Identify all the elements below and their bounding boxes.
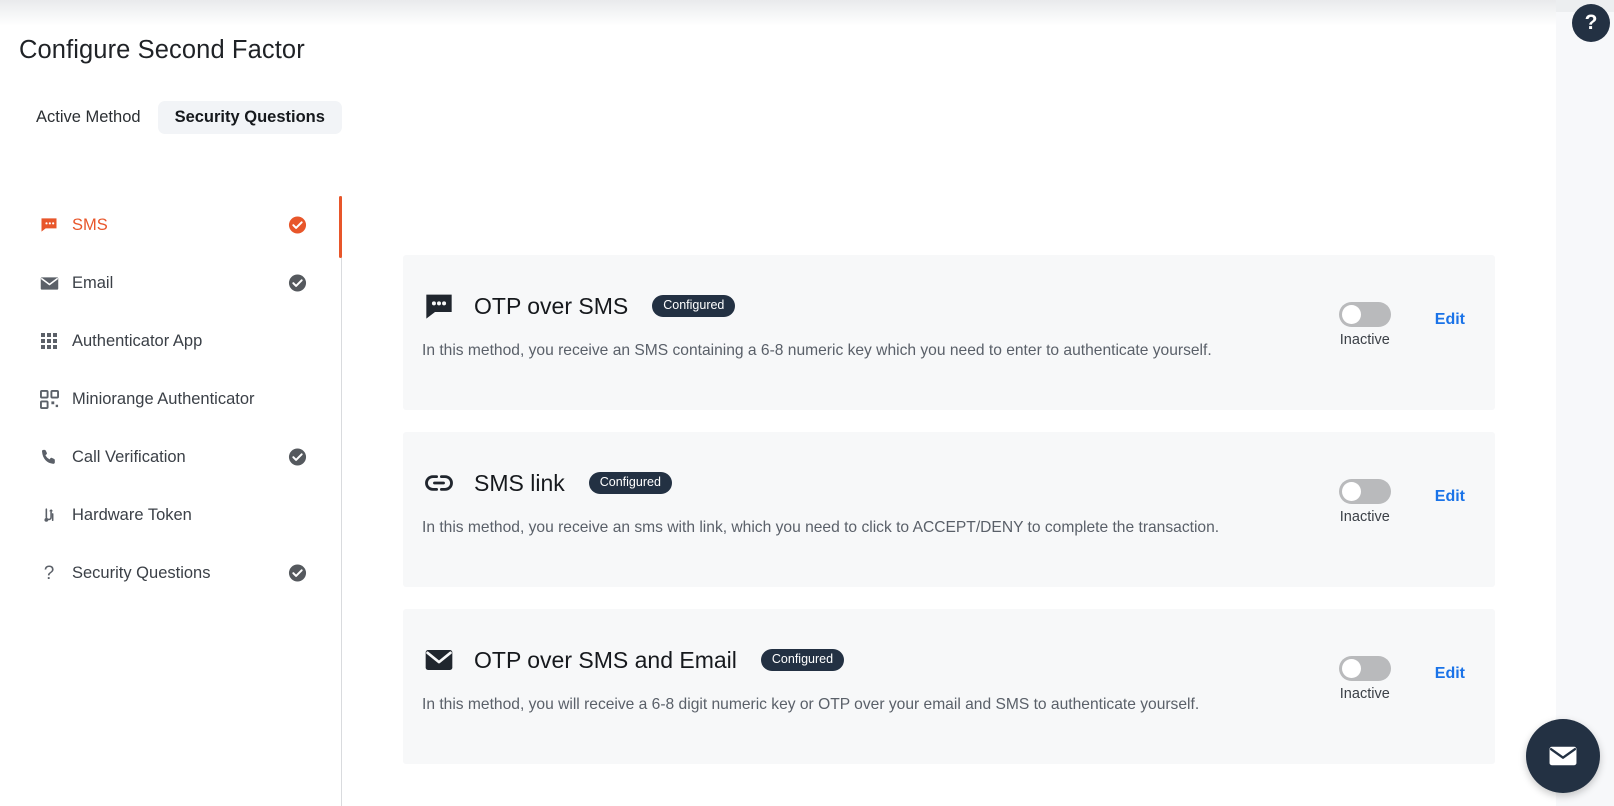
sidebar-active-marker [339, 196, 342, 258]
method-card: OTP over SMS and Email Configured In this … [403, 609, 1495, 764]
enable-method-toggle[interactable] [1338, 656, 1391, 681]
sidebar-item-label: Email [72, 273, 114, 292]
status-badge: Configured [588, 472, 672, 494]
tab-active-method[interactable]: Active Method [19, 101, 158, 134]
contact-support-button[interactable] [1526, 719, 1600, 793]
method-card: OTP over SMS Configured In this method, yo… [403, 255, 1495, 410]
toggle-knob [1341, 305, 1361, 324]
card-title: SMS link [474, 469, 565, 496]
card-title: OTP over SMS [474, 292, 629, 319]
app-root: Configure Second Factor Active Method Sec… [0, 0, 1614, 806]
sidebar-item-sms[interactable]: SMS [0, 196, 341, 254]
phone-icon [38, 446, 60, 468]
chat-bubble-icon [422, 289, 456, 323]
toggle-group: Inactive [1338, 479, 1391, 525]
email-icon [38, 272, 60, 294]
enable-method-toggle[interactable] [1338, 479, 1391, 504]
method-card: SMS link Configured In this method, you re… [403, 432, 1495, 587]
toggle-group: Inactive [1338, 656, 1391, 702]
status-badge: Configured [652, 295, 736, 317]
tab-security-questions[interactable]: Security Questions [157, 101, 342, 134]
card-header: OTP over SMS and Email Configured [422, 643, 1465, 677]
method-sidebar: SMS Email Authenticator App Miniorange Auth… [0, 196, 341, 602]
page-title: Configure Second Factor [19, 36, 305, 64]
envelope-icon [1546, 739, 1580, 773]
sidebar-item-authenticator-app[interactable]: Authenticator App [0, 312, 341, 370]
help-button[interactable]: ? [1572, 4, 1610, 42]
card-actions: Inactive Edit [1338, 479, 1465, 525]
sidebar-item-label: Security Questions [72, 563, 211, 582]
card-title: OTP over SMS and Email [474, 646, 737, 673]
sidebar-item-miniorange-authenticator[interactable]: Miniorange Authenticator [0, 370, 341, 428]
sidebar-divider [341, 196, 342, 806]
right-gutter-strip [1556, 0, 1614, 806]
sms-icon [38, 214, 60, 236]
status-badge: Configured [760, 649, 845, 671]
sidebar-item-label: Call Verification [72, 447, 186, 466]
configured-check-icon [288, 274, 307, 293]
toggle-group: Inactive [1338, 302, 1391, 348]
link-icon [422, 466, 456, 500]
sidebar-item-label: Miniorange Authenticator [72, 389, 255, 408]
configured-check-icon [288, 448, 307, 467]
card-header: SMS link Configured [422, 466, 1465, 500]
toggle-state-label: Inactive [1339, 332, 1390, 348]
sidebar-item-security-questions[interactable]: ? Security Questions [0, 544, 341, 602]
toggle-state-label: Inactive [1339, 509, 1390, 525]
toggle-state-label: Inactive [1339, 686, 1390, 702]
hardware-token-icon [38, 504, 60, 526]
configured-check-icon [288, 564, 307, 583]
tab-bar: Active Method Security Questions [19, 101, 342, 134]
edit-link[interactable]: Edit [1435, 311, 1465, 329]
configured-check-icon [288, 216, 307, 235]
method-card-list: OTP over SMS Configured In this method, yo… [403, 255, 1495, 786]
card-description: In this method, you will receive a 6-8 d… [422, 696, 1200, 713]
enable-method-toggle[interactable] [1338, 302, 1391, 327]
sidebar-item-label: Authenticator App [72, 331, 203, 350]
card-actions: Inactive Edit [1338, 656, 1465, 702]
card-header: OTP over SMS Configured [422, 289, 1465, 323]
sidebar-item-email[interactable]: Email [0, 254, 341, 312]
sidebar-item-hardware-token[interactable]: Hardware Token [0, 486, 341, 544]
qr-code-icon [38, 388, 60, 410]
edit-link[interactable]: Edit [1435, 665, 1465, 683]
card-actions: Inactive Edit [1338, 302, 1465, 348]
envelope-icon [422, 643, 456, 677]
toggle-knob [1341, 659, 1361, 678]
edit-link[interactable]: Edit [1435, 488, 1465, 506]
sidebar-item-label: Hardware Token [72, 505, 192, 524]
card-description: In this method, you receive an sms with … [422, 519, 1220, 536]
question-mark-icon: ? [43, 562, 55, 584]
sidebar-item-label: SMS [72, 215, 108, 234]
top-gradient-band [0, 0, 1556, 26]
sidebar-item-call-verification[interactable]: Call Verification [0, 428, 341, 486]
toggle-knob [1341, 482, 1361, 501]
question-mark-icon: ? [1584, 11, 1598, 34]
grid-dots-icon [38, 330, 60, 352]
card-description: In this method, you receive an SMS conta… [422, 342, 1212, 359]
